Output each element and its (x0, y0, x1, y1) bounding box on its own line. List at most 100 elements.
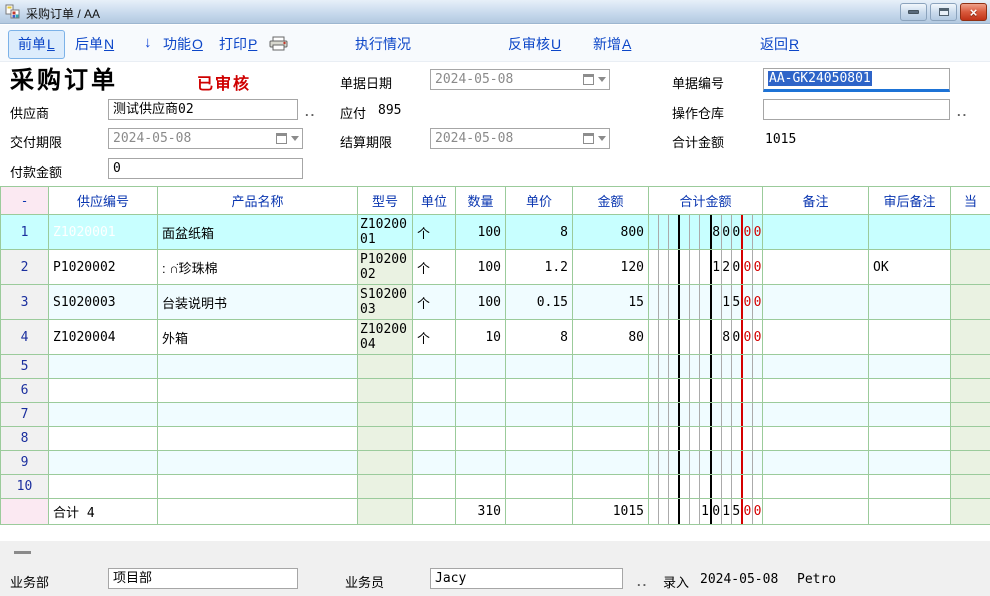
cell-model-row4[interactable]: Z1020004 (358, 320, 413, 355)
cell-ledger-row2[interactable]: 12000 (649, 250, 763, 285)
cell-price-row3[interactable]: 0.15 (506, 285, 573, 320)
cell-remark-row5[interactable] (763, 355, 869, 379)
cell-remark-row2[interactable] (763, 250, 869, 285)
cell-remark-row4[interactable] (763, 320, 869, 355)
cell-amount-row10[interactable] (573, 475, 649, 499)
cell-unit-row4[interactable]: 个 (413, 320, 456, 355)
cell-name-row6[interactable] (158, 379, 358, 403)
cell-model-row7[interactable] (358, 403, 413, 427)
unaudit-button[interactable]: 反审核U (508, 34, 561, 54)
warehouse-lookup-button[interactable]: .. (957, 104, 968, 119)
cell-amount-row9[interactable] (573, 451, 649, 475)
cell-cur-row1[interactable] (951, 215, 990, 250)
close-button[interactable]: × (960, 3, 987, 21)
cell-remark-row1[interactable] (763, 215, 869, 250)
cell-model-row3[interactable]: S1020003 (358, 285, 413, 320)
cell-remark-row3[interactable] (763, 285, 869, 320)
cell-model-row6[interactable] (358, 379, 413, 403)
cell-ledger-row3[interactable]: 1500 (649, 285, 763, 320)
cell-qty-row3[interactable]: 100 (456, 285, 506, 320)
cell-cur-row4[interactable] (951, 320, 990, 355)
prev-order-button[interactable]: 前单L (8, 30, 65, 59)
cell-ledger-row8[interactable] (649, 427, 763, 451)
cell-amount-row7[interactable] (573, 403, 649, 427)
cell-model-row1[interactable]: Z1020001 (358, 215, 413, 250)
cell-code-row6[interactable] (49, 379, 158, 403)
cell-model-row5[interactable] (358, 355, 413, 379)
delivery-date-input[interactable]: 2024-05-08 (108, 128, 303, 149)
payment-input[interactable]: 0 (108, 158, 303, 179)
cell-amount-row6[interactable] (573, 379, 649, 403)
doc-date-input[interactable]: 2024-05-08 (430, 69, 610, 90)
function-menu-button[interactable]: 功能O (163, 34, 203, 54)
cell-remark-row6[interactable] (763, 379, 869, 403)
cell-amount-row8[interactable] (573, 427, 649, 451)
cell-qty-row4[interactable]: 10 (456, 320, 506, 355)
cell-cur-row8[interactable] (951, 427, 990, 451)
cell-code-row3[interactable]: S1020003 (49, 285, 158, 320)
cell-code-row7[interactable] (49, 403, 158, 427)
cell-name-row3[interactable]: 台装说明书 (158, 285, 358, 320)
cell-name-row1[interactable]: 面盆纸箱 (158, 215, 358, 250)
cell-model-row10[interactable] (358, 475, 413, 499)
cell-amount-row3[interactable]: 15 (573, 285, 649, 320)
cell-unit-row6[interactable] (413, 379, 456, 403)
cell-name-row7[interactable] (158, 403, 358, 427)
cell-code-row10[interactable] (49, 475, 158, 499)
cell-cur-row7[interactable] (951, 403, 990, 427)
supplier-input[interactable]: 测试供应商02 (108, 99, 298, 120)
execution-status-button[interactable]: 执行情况 (355, 34, 412, 54)
cell-code-row5[interactable] (49, 355, 158, 379)
cell-audit-row1[interactable] (869, 215, 951, 250)
cell-amount-row2[interactable]: 120 (573, 250, 649, 285)
cell-qty-row7[interactable] (456, 403, 506, 427)
cell-price-row6[interactable] (506, 379, 573, 403)
cell-cur-row5[interactable] (951, 355, 990, 379)
cell-ledger-row1[interactable]: 80000 (649, 215, 763, 250)
cell-qty-row1[interactable]: 100 (456, 215, 506, 250)
cell-code-row1[interactable]: Z1020001 (49, 215, 158, 250)
cell-ledger-row9[interactable] (649, 451, 763, 475)
add-new-button[interactable]: 新增A (593, 34, 631, 54)
cell-num-row4[interactable]: 4 (1, 320, 49, 355)
cell-num-row5[interactable]: 5 (1, 355, 49, 379)
return-button[interactable]: 返回R (760, 34, 799, 54)
cell-name-row10[interactable] (158, 475, 358, 499)
cell-audit-row6[interactable] (869, 379, 951, 403)
doc-no-input[interactable]: AA-GK24050801 (763, 68, 950, 92)
cell-price-row9[interactable] (506, 451, 573, 475)
cell-qty-row2[interactable]: 100 (456, 250, 506, 285)
salesperson-lookup-button[interactable]: .. (637, 574, 648, 589)
cell-ledger-row10[interactable] (649, 475, 763, 499)
cell-remark-row7[interactable] (763, 403, 869, 427)
cell-name-row5[interactable] (158, 355, 358, 379)
cell-amount-row4[interactable]: 80 (573, 320, 649, 355)
cell-num-row1[interactable]: 1 (1, 215, 49, 250)
cell-num-row7[interactable]: 7 (1, 403, 49, 427)
cell-num-row8[interactable]: 8 (1, 427, 49, 451)
cell-price-row8[interactable] (506, 427, 573, 451)
cell-code-row2[interactable]: P1020002 (49, 250, 158, 285)
cell-model-row8[interactable] (358, 427, 413, 451)
cell-unit-row2[interactable]: 个 (413, 250, 456, 285)
cell-cur-row6[interactable] (951, 379, 990, 403)
print-button[interactable]: 打印P (219, 34, 257, 54)
cell-ledger-row5[interactable] (649, 355, 763, 379)
warehouse-input[interactable] (763, 99, 950, 120)
cell-unit-row3[interactable]: 个 (413, 285, 456, 320)
cell-ledger-row7[interactable] (649, 403, 763, 427)
cell-num-row2[interactable]: 2 (1, 250, 49, 285)
cell-cur-row10[interactable] (951, 475, 990, 499)
cell-price-row10[interactable] (506, 475, 573, 499)
cell-cur-row3[interactable] (951, 285, 990, 320)
cell-audit-row3[interactable] (869, 285, 951, 320)
cell-unit-row1[interactable]: 个 (413, 215, 456, 250)
salesperson-input[interactable]: Jacy (430, 568, 623, 589)
cell-audit-row10[interactable] (869, 475, 951, 499)
cell-amount-row1[interactable]: 800 (573, 215, 649, 250)
cell-audit-row8[interactable] (869, 427, 951, 451)
cell-model-row9[interactable] (358, 451, 413, 475)
cell-code-row9[interactable] (49, 451, 158, 475)
cell-ledger-row4[interactable]: 8000 (649, 320, 763, 355)
cell-price-row7[interactable] (506, 403, 573, 427)
